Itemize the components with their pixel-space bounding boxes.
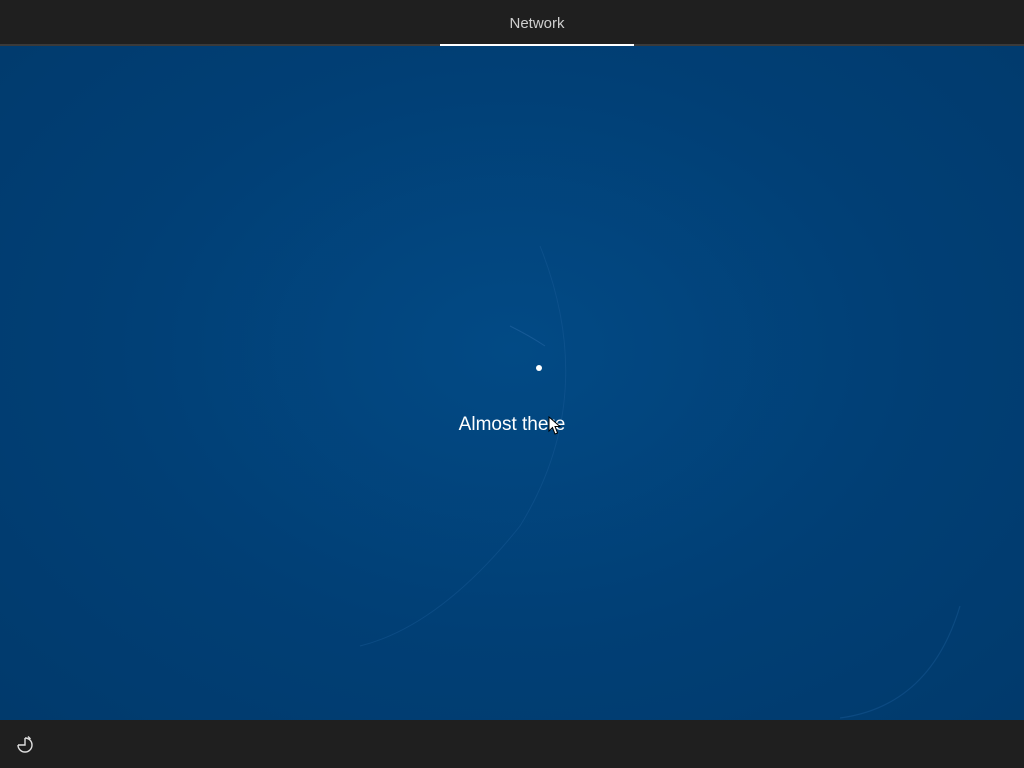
tab-network: Network xyxy=(440,0,634,46)
tab-network-label: Network xyxy=(509,14,565,32)
bottom-bar xyxy=(0,720,1024,768)
ease-of-access-button[interactable] xyxy=(12,732,38,758)
ease-of-access-icon xyxy=(17,736,33,753)
oobe-screen: Network Almost there xyxy=(0,0,1024,768)
progress-spinner xyxy=(536,365,542,371)
mouse-cursor-icon xyxy=(548,416,562,435)
status-message: Almost there xyxy=(458,414,566,435)
top-bar: Network xyxy=(0,0,1024,46)
main-area: Almost there xyxy=(0,46,1024,720)
